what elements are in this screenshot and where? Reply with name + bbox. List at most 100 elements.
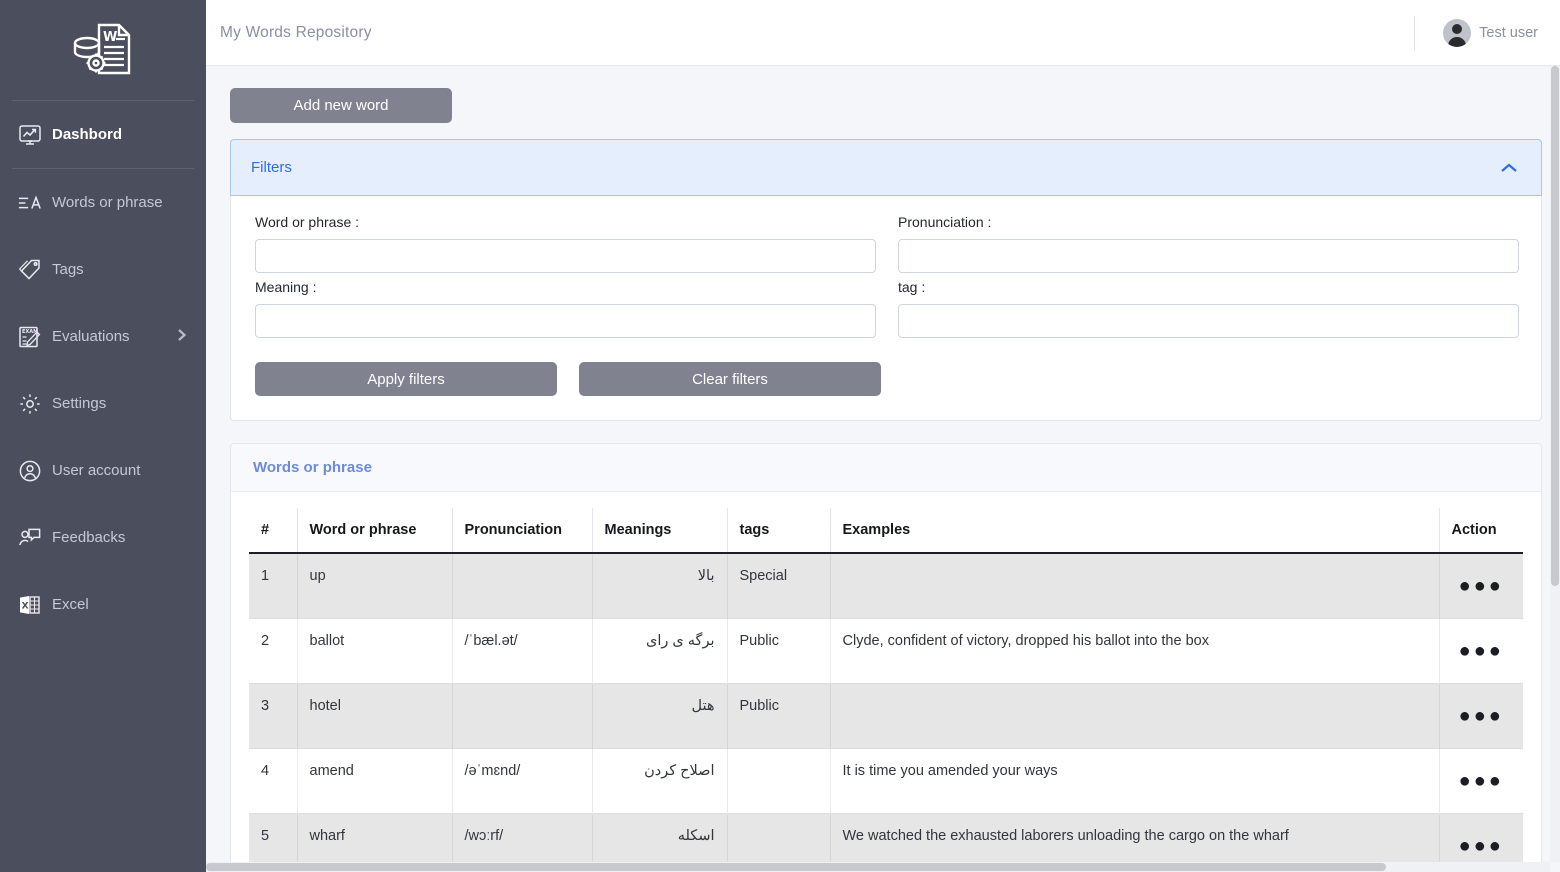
table-row[interactable]: 3 hotel هتل Public ●●●: [249, 683, 1523, 748]
horizontal-scrollbar[interactable]: [206, 862, 1550, 872]
col-header-word[interactable]: Word or phrase: [296, 508, 452, 554]
table-row[interactable]: 4 amend /əˈmɛnd/ اصلاح کردن It is time y…: [249, 748, 1523, 813]
svg-text:W: W: [103, 30, 117, 45]
sidebar-item-dashbord[interactable]: Dashbord: [0, 101, 206, 168]
cell-action: ●●●: [1438, 553, 1523, 618]
cell-example: [829, 553, 1439, 618]
user-name-label: Test user: [1479, 24, 1538, 41]
cell-meaning: برگه ی رای: [591, 618, 727, 683]
filter-label-pronunciation: Pronunciation :: [898, 214, 992, 230]
cell-tags: Public: [726, 683, 830, 748]
horizontal-scrollbar-thumb[interactable]: [206, 863, 1386, 871]
app-logo: W: [0, 0, 206, 100]
cell-tags: [726, 748, 830, 813]
cell-example: Clyde, confident of victory, dropped his…: [829, 618, 1439, 683]
cell-number: 1: [261, 568, 270, 584]
excel-icon: X: [8, 593, 52, 617]
cell-meaning: هتل: [591, 683, 727, 748]
words-table-wrap: # Word or phrase Pronunciation Meanings …: [231, 492, 1541, 872]
col-header-number[interactable]: #: [249, 508, 297, 554]
chevron-right-icon[interactable]: [176, 327, 188, 347]
ellipsis-horizontal-icon[interactable]: ●●●: [1459, 568, 1504, 596]
app-root: W Dashbord Words or phrase Tags EXAM Eva…: [0, 0, 1560, 872]
page-title: My Words Repository: [220, 23, 372, 41]
filter-label-tag: tag :: [898, 279, 926, 295]
words-table-body: 1 up بالا Special ●●● 2 ballot /ˈbæl.ət/…: [249, 553, 1523, 872]
sidebar-item-evaluations[interactable]: EXAM Evaluations: [0, 303, 206, 370]
sidebar-item-label: User account: [52, 462, 141, 479]
dashboard-monitor-icon: [8, 123, 52, 147]
clear-filters-button[interactable]: Clear filters: [579, 362, 881, 396]
col-header-meanings[interactable]: Meanings: [591, 508, 727, 554]
sidebar-item-label: Feedbacks: [52, 529, 126, 546]
top-bar: My Words Repository Test user: [206, 0, 1560, 66]
content-scroll-area: Add new word Filters Word or phrase : Pr…: [206, 66, 1560, 872]
user-circle-icon: [8, 459, 52, 483]
sidebar-item-user-account[interactable]: User account: [0, 437, 206, 504]
cell-number: 3: [261, 697, 270, 714]
ellipsis-horizontal-icon[interactable]: ●●●: [1459, 698, 1504, 726]
sidebar-item-feedbacks[interactable]: Feedbacks: [0, 504, 206, 571]
cell-tags: Special: [726, 553, 830, 618]
sidebar-item-label: Evaluations: [52, 328, 130, 345]
sidebar-item-label: Tags: [52, 261, 84, 278]
words-table-head: # Word or phrase Pronunciation Meanings …: [249, 508, 1523, 554]
cell-tags: Public: [726, 618, 830, 683]
ellipsis-horizontal-icon[interactable]: ●●●: [1459, 763, 1504, 791]
vertical-scrollbar-thumb[interactable]: [1551, 66, 1559, 586]
filter-field-pronunciation: Pronunciation :: [898, 214, 1519, 273]
sidebar-item-label: Settings: [52, 395, 107, 412]
col-header-examples[interactable]: Examples: [829, 508, 1439, 554]
sidebar-item-label: Excel: [52, 596, 89, 613]
filter-field-tag: tag :: [898, 279, 1519, 338]
col-header-pronunciation[interactable]: Pronunciation: [451, 508, 592, 554]
tag-input[interactable]: [898, 304, 1519, 338]
cell-meaning: اصلاح کردن: [591, 748, 727, 813]
database-document-icon: W: [72, 21, 134, 79]
cell-meaning: بالا: [591, 553, 727, 618]
cell-pronunciation: [451, 683, 592, 748]
pronunciation-input[interactable]: [898, 239, 1519, 273]
filters-header[interactable]: Filters: [230, 139, 1542, 196]
exam-sheet-icon: EXAM: [8, 325, 52, 349]
cell-example: [829, 683, 1439, 748]
sidebar-item-excel[interactable]: X Excel: [0, 571, 206, 638]
col-header-tags[interactable]: tags: [726, 508, 830, 554]
word-or-phrase-input[interactable]: [255, 239, 876, 273]
cell-word: ballot: [296, 618, 452, 683]
sidebar-item-label: Dashbord: [52, 126, 123, 143]
sidebar-item-label: Words or phrase: [52, 194, 163, 211]
meaning-input[interactable]: [255, 304, 876, 338]
ellipsis-horizontal-icon[interactable]: ●●●: [1459, 828, 1504, 856]
tags-icon: [8, 258, 52, 282]
cell-action: ●●●: [1438, 748, 1523, 813]
words-table-header-bar: Words or phrase: [231, 444, 1541, 492]
text-lines-a-icon: [8, 193, 52, 213]
vertical-scrollbar[interactable]: [1550, 66, 1560, 862]
filters-body: Word or phrase : Pronunciation : Meaning…: [231, 196, 1541, 420]
main-area: My Words Repository Test user Add new wo…: [206, 0, 1560, 872]
svg-text:X: X: [22, 601, 29, 611]
filters-title: Filters: [251, 159, 292, 176]
table-row[interactable]: 2 ballot /ˈbæl.ət/ برگه ی رای Public Cly…: [249, 618, 1523, 683]
sidebar: W Dashbord Words or phrase Tags EXAM Eva…: [0, 0, 206, 872]
ellipsis-horizontal-icon[interactable]: ●●●: [1459, 633, 1504, 661]
sidebar-item-settings[interactable]: Settings: [0, 370, 206, 437]
apply-filters-button[interactable]: Apply filters: [255, 362, 557, 396]
user-menu[interactable]: Test user: [1414, 12, 1538, 54]
words-table: # Word or phrase Pronunciation Meanings …: [249, 508, 1523, 872]
cell-action: ●●●: [1438, 683, 1523, 748]
sidebar-item-words-or-phrase[interactable]: Words or phrase: [0, 169, 206, 236]
chevron-up-icon[interactable]: [1499, 161, 1519, 175]
cell-word: hotel: [296, 683, 452, 748]
add-new-word-button[interactable]: Add new word: [230, 88, 452, 123]
cell-word: up: [296, 553, 452, 618]
words-table-title: Words or phrase: [253, 459, 372, 476]
table-row[interactable]: 1 up بالا Special ●●●: [249, 553, 1523, 618]
cell-pronunciation: /ˈbæl.ət/: [451, 618, 592, 683]
sidebar-nav: Dashbord Words or phrase Tags EXAM Evalu…: [0, 101, 206, 638]
filter-label-meaning: Meaning :: [255, 279, 317, 295]
sidebar-item-tags[interactable]: Tags: [0, 236, 206, 303]
table-header-row: # Word or phrase Pronunciation Meanings …: [249, 508, 1523, 554]
col-header-action: Action: [1438, 508, 1523, 554]
